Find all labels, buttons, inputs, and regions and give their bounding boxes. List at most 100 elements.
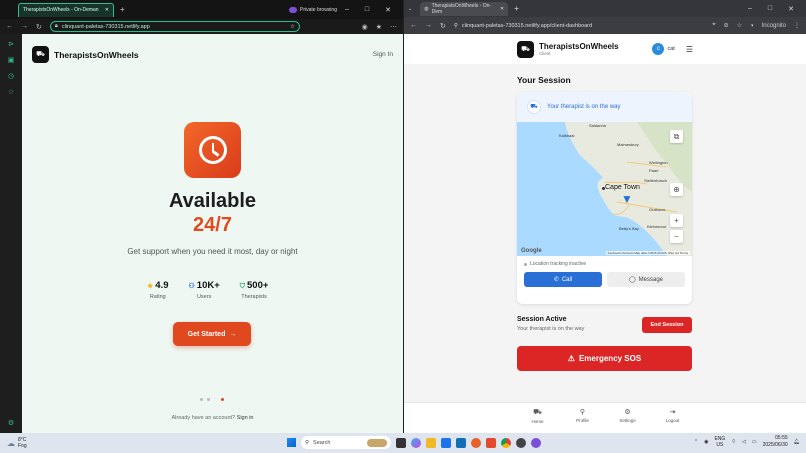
back-icon[interactable]: ← [410, 22, 417, 29]
favorites-icon[interactable]: ★ [376, 23, 382, 31]
recenter-button[interactable]: ⊕ [670, 183, 683, 196]
favorite-icon[interactable]: ☆ [290, 24, 295, 30]
right-active-tab[interactable]: ◍ TherapistsOnWheels - On-Dem ✕ [420, 1, 509, 16]
left-url-field[interactable]: 🔒︎ clinquant-paletas-730315.netlify.app … [49, 21, 300, 32]
private-browser-icon[interactable] [531, 437, 541, 448]
left-active-tab[interactable]: TherapistsOnWheels - On-Deman ✕ [18, 2, 114, 17]
firefox-icon[interactable] [471, 437, 481, 448]
chrome-icon[interactable] [501, 437, 511, 448]
sign-in-link[interactable]: Sign In [373, 51, 393, 58]
task-view-icon[interactable] [396, 437, 406, 448]
close-window-icon[interactable]: ✕ [788, 5, 794, 13]
close-tab-icon[interactable]: ✕ [500, 6, 504, 12]
forward-icon[interactable]: → [425, 22, 432, 29]
car-icon: ⛟ [527, 100, 541, 114]
carousel-dot-active[interactable] [221, 398, 224, 401]
sign-in-footer-link[interactable]: Sign in [237, 415, 254, 421]
sidebar-settings-icon[interactable]: ⚙ [8, 419, 14, 427]
refresh-icon[interactable]: ↻ [440, 22, 446, 30]
maximize-icon[interactable]: □ [365, 6, 369, 14]
browser-menu-icon[interactable]: ⋯ [390, 23, 397, 31]
tab-search-icon[interactable]: ⌄ [408, 6, 412, 12]
message-button[interactable]: ◯ Message [607, 272, 685, 287]
stat-value: 500+ [247, 280, 269, 291]
date-text: 2025/06/30 [762, 442, 788, 448]
notification-icon[interactable]: 🔔︎ [794, 439, 800, 445]
map[interactable]: Kalkbaai Malmesbury Saldanha Wellington … [517, 122, 692, 256]
copilot-icon[interactable] [411, 437, 421, 448]
close-window-icon[interactable]: ✕ [385, 6, 391, 14]
close-tab-icon[interactable]: ✕ [105, 7, 109, 13]
stat-label: Users [196, 294, 212, 300]
stats-row: ★ 4.9 Rating ⚇ 10K+ Users ⛉ 500+ Therapists [147, 280, 268, 300]
favicon-icon: ◍ [424, 5, 429, 12]
minimize-icon[interactable]: – [345, 6, 349, 14]
forward-icon[interactable]: → [21, 23, 28, 30]
opera-icon[interactable] [516, 437, 526, 448]
call-button[interactable]: ✆ Call [524, 272, 602, 287]
site-info-icon[interactable]: ⚲ [454, 23, 458, 29]
sidebar-collections-icon[interactable]: ▣ [8, 56, 15, 64]
tab-title: TherapistsOnWheels - On-Dem [431, 2, 492, 15]
sidebar-favorites-icon[interactable]: ☆ [8, 88, 14, 96]
nav-logout[interactable]: ⇥ Logout [663, 408, 683, 433]
brand-subtitle: Client [539, 51, 551, 56]
file-explorer-icon[interactable] [426, 437, 436, 448]
get-started-button[interactable]: Get Started → [173, 322, 251, 346]
user-menu[interactable]: c cat ☰ [652, 43, 693, 55]
back-icon[interactable]: ← [6, 23, 13, 30]
app-icon[interactable] [441, 437, 451, 448]
taskbar-search[interactable]: ⚲ Search [301, 436, 391, 449]
wifi-icon[interactable]: ⌔ [731, 439, 736, 445]
zoom-out-button[interactable]: − [670, 230, 683, 243]
chevron-up-icon[interactable]: ⌃ [694, 439, 698, 445]
map-attribution: Keyboard shortcuts Map data ©2025 AfriGI… [605, 251, 690, 255]
shield-icon: ⛉ [239, 283, 246, 290]
nav-home[interactable]: ⛟ Home [528, 408, 548, 433]
emergency-sos-button[interactable]: ⚠ Emergency SOS [517, 346, 692, 371]
bookmark-star-icon[interactable]: ☆ [737, 22, 742, 29]
nav-settings[interactable]: ⚙ Settings [618, 408, 638, 433]
extension-icon[interactable]: ◉ [362, 23, 368, 31]
right-url-field[interactable]: ⚲ clinquant-paletas-730315.netlify.app/c… [454, 23, 679, 29]
language-indicator[interactable]: ENG US [714, 436, 725, 448]
new-tab-icon[interactable]: + [120, 5, 125, 14]
taskbar: ☁ 8°C Fog ⚲ Search ⌃ ◉ ENG US ⌔ ◁ ▭ 05:5… [0, 433, 806, 453]
layers-button[interactable]: ⧉ [670, 130, 683, 143]
eye-off-icon[interactable]: ⊘ [724, 22, 729, 29]
new-tab-icon[interactable]: + [514, 4, 519, 13]
sidebar-history-icon[interactable]: ◷ [8, 72, 14, 80]
chrome-menu-icon[interactable]: ⋮ [794, 22, 800, 29]
app-tray-icon[interactable]: ◉ [704, 439, 708, 445]
terms-link[interactable]: Terms [680, 251, 688, 255]
hamburger-menu-icon[interactable]: ☰ [686, 45, 693, 54]
brave-icon[interactable] [486, 437, 496, 448]
zoom-in-button[interactable]: + [670, 214, 683, 227]
map-label: Grabouw [649, 207, 666, 212]
carousel-dot[interactable] [200, 398, 203, 401]
store-icon[interactable] [456, 437, 466, 448]
carousel-dot[interactable] [207, 398, 210, 401]
refresh-icon[interactable]: ↻ [36, 23, 42, 31]
end-session-button[interactable]: End Session [642, 317, 692, 333]
avatar[interactable]: c [652, 43, 665, 55]
weather-text: Fog [18, 443, 27, 449]
windows-start-icon[interactable] [287, 438, 296, 447]
nav-profile[interactable]: ⚲ Profile [573, 408, 593, 433]
private-label: Private browsing [300, 6, 337, 13]
brand-name: TherapistsOnWheels [54, 49, 139, 60]
private-badge[interactable]: Private browsing [289, 6, 337, 13]
keyboard-shortcuts-link[interactable]: Keyboard shortcuts [608, 251, 634, 255]
sidebar-copilot-icon[interactable]: ⊳ [8, 40, 14, 48]
battery-icon[interactable]: ▭ [752, 439, 757, 445]
minimize-icon[interactable]: – [748, 5, 752, 13]
incognito-label[interactable]: Incognito [762, 23, 786, 29]
volume-icon[interactable]: ◁ [742, 439, 746, 445]
map-label: Paarl [649, 168, 659, 173]
maximize-icon[interactable]: □ [768, 5, 772, 13]
nav-label: Settings [619, 418, 636, 423]
weather-widget[interactable]: ☁ 8°C Fog [0, 437, 27, 449]
logo-icon: ⛟ [517, 40, 534, 58]
clock[interactable]: 05:55 2025/06/30 [763, 435, 788, 449]
location-icon[interactable]: ⌖ [712, 22, 715, 29]
